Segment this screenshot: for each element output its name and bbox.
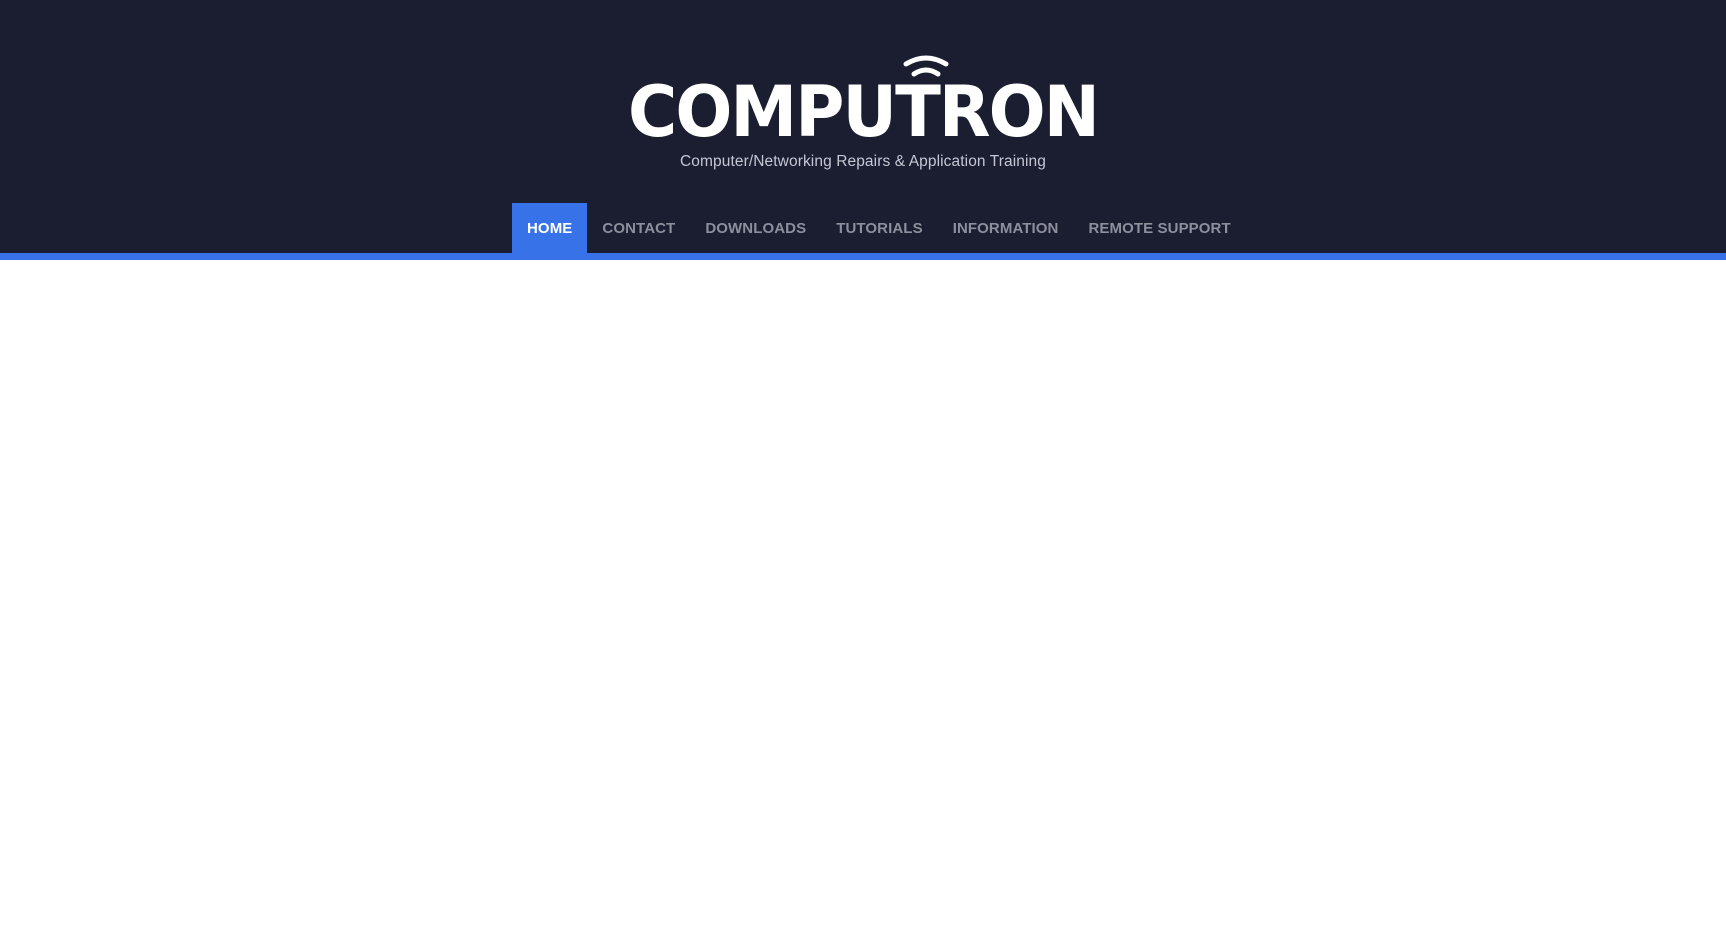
nav-item-tutorials[interactable]: TUTORIALS (821, 203, 937, 253)
site-tagline: Computer/Networking Repairs & Applicatio… (680, 153, 1046, 170)
main-content (0, 260, 1726, 937)
computron-logo[interactable]: COMPUTRON (623, 54, 1103, 144)
nav-item-contact[interactable]: CONTACT (587, 203, 690, 253)
nav-accent-bar (0, 253, 1726, 260)
site-header: COMPUTRON Computer/Networking Repairs & … (0, 0, 1726, 253)
main-nav: HOME CONTACT DOWNLOADS TUTORIALS INFORMA… (512, 203, 1246, 253)
nav-item-downloads[interactable]: DOWNLOADS (690, 203, 821, 253)
logo-wordmark: COMPUTRON (628, 71, 1098, 144)
site-logo[interactable]: COMPUTRON (0, 54, 1726, 144)
nav-item-remote-support[interactable]: REMOTE SUPPORT (1074, 203, 1246, 253)
nav-item-home[interactable]: HOME (512, 203, 588, 253)
nav-item-information[interactable]: INFORMATION (938, 203, 1074, 253)
